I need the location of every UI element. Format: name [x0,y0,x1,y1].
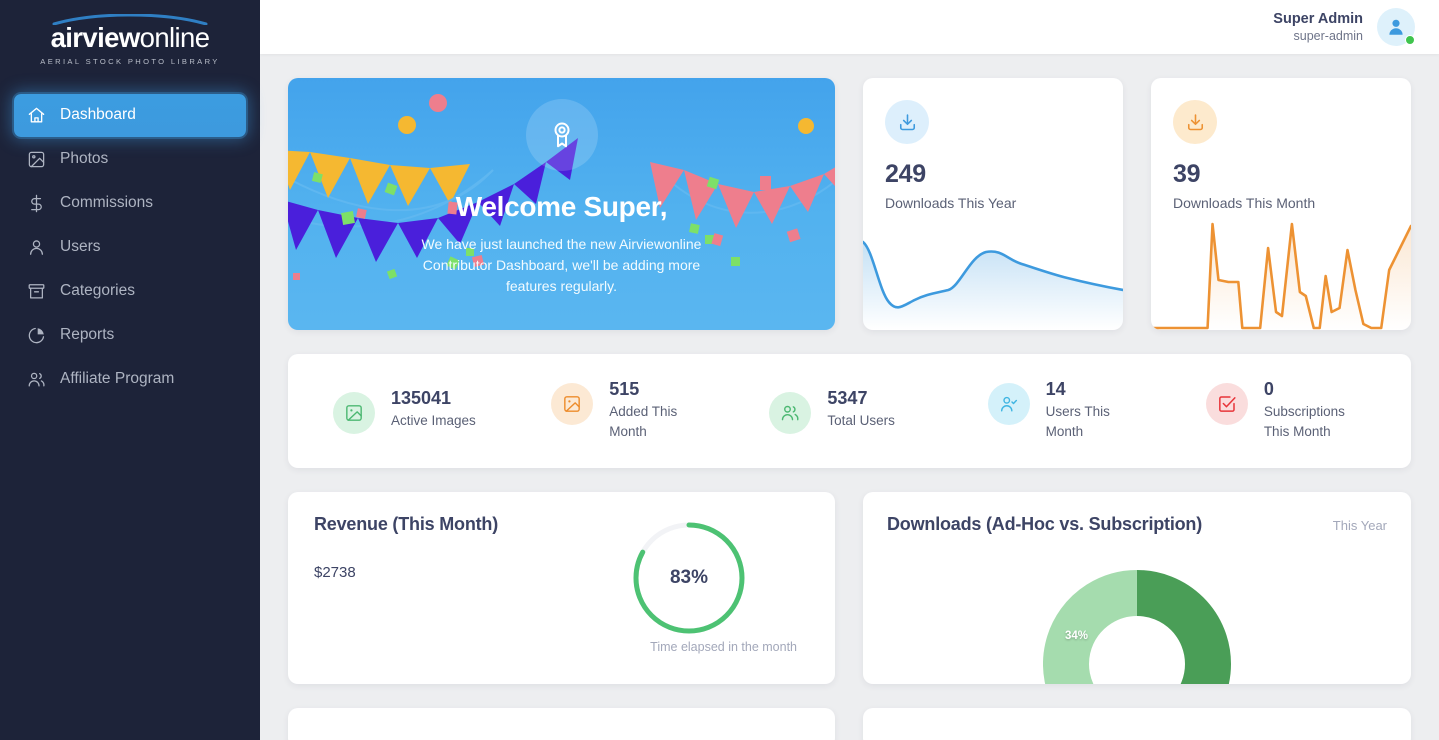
stat-value: 5347 [827,388,895,409]
sidebar-item-label: Reports [60,326,114,344]
next-card-left [288,708,835,740]
logo-brand-bold: airview [51,22,140,53]
sidebar-item-reports[interactable]: Reports [14,314,246,357]
archive-icon [26,281,46,301]
stat-subscriptions-this-month: 0 Subscriptions This Month [1177,379,1395,442]
pie-chart-icon [26,325,46,345]
downloads-donut-wrap: 34% 66% [863,570,1411,684]
logo-brand-light: online [140,22,210,53]
downloads-this-month-label: Downloads This Month [1173,195,1389,211]
top-row: Welcome Super, We have just launched the… [288,78,1411,330]
users-icon [769,392,811,434]
image-icon [333,392,375,434]
stat-value: 14 [1046,379,1138,400]
user-role: super-admin [1273,29,1363,43]
sidebar-item-users[interactable]: Users [14,226,246,269]
sidebar-item-label: Categories [60,282,135,300]
sidebar-item-label: Photos [60,150,108,168]
award-medal-icon [526,99,598,171]
downloads-this-year-sparkline [863,220,1123,330]
logo[interactable]: airviewonline AERIAL STOCK PHOTO LIBRARY [0,0,260,84]
logo-wordmark: airviewonline [51,24,210,52]
revenue-gauge-percent: 83% [629,518,749,638]
user-icon [26,237,46,257]
app-root: airviewonline AERIAL STOCK PHOTO LIBRARY… [0,0,1439,740]
downloads-title: Downloads (Ad-Hoc vs. Subscription) [887,514,1202,535]
stat-label: Total Users [827,411,895,431]
downloads-this-year-label: Downloads This Year [885,195,1101,211]
welcome-body: We have just launched the new Airviewonl… [397,234,727,297]
stat-value: 135041 [391,388,476,409]
user-check-icon [988,383,1030,425]
stat-total-users: 5347 Total Users [740,388,958,434]
downloads-adhoc-vs-subscription-donut: 34% 66% [1043,570,1231,684]
sidebar-item-label: Dashboard [60,106,136,124]
next-card-right [863,708,1411,740]
sidebar-item-label: Commissions [60,194,153,212]
downloads-period-label: This Year [1333,518,1387,533]
stats-strip: 135041 Active Images 515 Added This Mont… [288,354,1411,468]
sidebar-item-categories[interactable]: Categories [14,270,246,313]
revenue-card: Revenue (This Month) $2738 83% Time elap… [288,492,835,684]
dashboard-content: Welcome Super, We have just launched the… [260,54,1439,740]
stat-label: Subscriptions This Month [1264,402,1356,443]
sidebar-nav: Dashboard Photos Commissions [0,94,260,402]
downloads-this-month-value: 39 [1173,160,1389,189]
next-row-peek [288,708,1411,740]
lower-row: Revenue (This Month) $2738 83% Time elap… [288,492,1411,684]
stat-value: 515 [609,379,701,400]
welcome-card: Welcome Super, We have just launched the… [288,78,835,330]
download-icon [885,100,929,144]
image-icon [26,149,46,169]
sidebar-item-photos[interactable]: Photos [14,138,246,181]
sidebar: airviewonline AERIAL STOCK PHOTO LIBRARY… [0,0,260,740]
sidebar-item-label: Users [60,238,100,256]
revenue-time-elapsed-gauge: 83% [629,518,749,638]
sidebar-item-dashboard[interactable]: Dashboard [14,94,246,137]
check-square-icon [1206,383,1248,425]
welcome-heading: Welcome Super, [456,191,668,223]
user-name: Super Admin [1273,11,1363,28]
stat-users-this-month: 14 Users This Month [959,379,1177,442]
downloads-this-month-card: 39 Downloads This Month [1151,78,1411,330]
dollar-icon [26,193,46,213]
sidebar-item-commissions[interactable]: Commissions [14,182,246,225]
downloads-this-year-card: 249 Downloads This Year [863,78,1123,330]
image-icon [551,383,593,425]
stat-value: 0 [1264,379,1356,400]
downloads-breakdown-card: Downloads (Ad-Hoc vs. Subscription) This… [863,492,1411,684]
sidebar-item-label: Affiliate Program [60,370,174,388]
status-badge [1405,35,1415,45]
logo-tagline: AERIAL STOCK PHOTO LIBRARY [40,57,219,66]
main-region: Super Admin super-admin [260,0,1439,740]
person-icon [1385,16,1407,38]
download-icon [1173,100,1217,144]
users-icon [26,369,46,389]
downloads-this-year-value: 249 [885,160,1101,189]
revenue-gauge-caption: Time elapsed in the month [650,640,797,654]
downloads-this-month-sparkline [1151,220,1411,330]
avatar[interactable] [1377,8,1415,46]
downloads-card-header: Downloads (Ad-Hoc vs. Subscription) This… [887,514,1387,535]
logo-arc-icon [50,14,210,25]
stat-label: Added This Month [609,402,701,443]
donut-label-adhoc: 34% [1065,630,1088,642]
stat-active-images: 135041 Active Images [304,388,522,434]
stat-label: Users This Month [1046,402,1138,443]
home-icon [26,105,46,125]
stat-label: Active Images [391,411,476,431]
topbar: Super Admin super-admin [260,0,1439,54]
user-info: Super Admin super-admin [1273,11,1363,43]
user-menu[interactable]: Super Admin super-admin [1273,8,1415,46]
stat-added-this-month: 515 Added This Month [522,379,740,442]
sidebar-item-affiliate-program[interactable]: Affiliate Program [14,358,246,401]
